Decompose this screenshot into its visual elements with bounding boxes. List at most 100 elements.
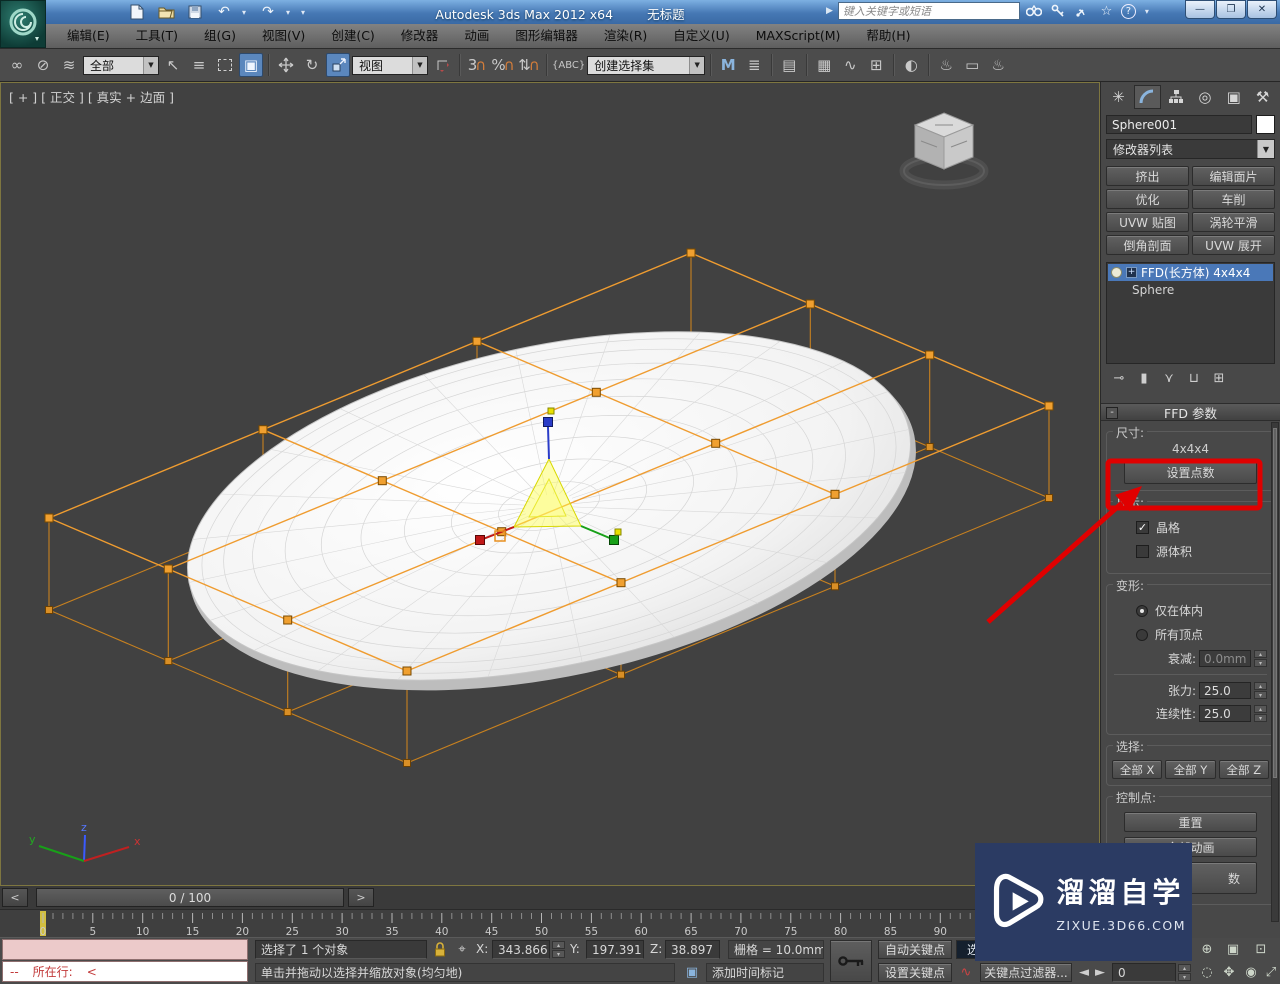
mirror-icon[interactable]: M: [716, 53, 740, 77]
set-key-button[interactable]: 设置关键点: [878, 963, 952, 982]
modifier-shortcut-button-2[interactable]: 编辑面片: [1192, 166, 1275, 186]
source-volume-checkbox[interactable]: [1136, 545, 1149, 558]
use-pivot-center-icon[interactable]: [430, 53, 454, 77]
modifier-enabled-bulb-icon[interactable]: [1111, 267, 1122, 278]
expand-modifier-icon[interactable]: +: [1126, 267, 1137, 278]
only-in-volume-radio[interactable]: [1136, 605, 1148, 617]
continuity-spinner[interactable]: ▴▾: [1254, 705, 1267, 722]
reset-button[interactable]: 重置: [1124, 812, 1257, 832]
modifier-list-dropdown[interactable]: 修改器列表 ▼: [1106, 139, 1275, 159]
window-crossing-toggle-icon[interactable]: ▣: [239, 53, 263, 77]
spinner-snap-icon[interactable]: ⇅∩: [517, 53, 541, 77]
stack-row-2[interactable]: Sphere: [1108, 281, 1273, 298]
select-all-x-button[interactable]: 全部 X: [1112, 760, 1162, 779]
x-coordinate-field[interactable]: 343.866: [492, 940, 550, 959]
current-frame-field[interactable]: 0: [1112, 963, 1176, 982]
redo-dropdown-icon[interactable]: ▾: [286, 8, 294, 17]
render-production-icon[interactable]: ♨: [986, 53, 1010, 77]
select-all-y-button[interactable]: 全部 Y: [1165, 760, 1215, 779]
graphite-ribbon-icon[interactable]: ▦: [812, 53, 836, 77]
edit-named-selection-icon[interactable]: {ABC}: [552, 53, 585, 77]
search-binoculars-icon[interactable]: [1025, 5, 1044, 17]
new-file-icon[interactable]: [126, 2, 148, 22]
subscription-key-icon[interactable]: [1049, 4, 1068, 18]
previous-key-icon[interactable]: ◄: [1076, 963, 1092, 982]
y-coordinate-field[interactable]: 197.391: [586, 940, 644, 959]
tab-utilities-icon[interactable]: ⚒: [1249, 85, 1276, 109]
close-button[interactable]: ✕: [1247, 0, 1277, 19]
object-color-swatch[interactable]: [1256, 115, 1275, 134]
help-icon[interactable]: ?: [1121, 4, 1140, 19]
tab-modify-icon[interactable]: [1134, 85, 1161, 109]
previous-frame-button[interactable]: <: [2, 888, 28, 907]
selection-filter-dropdown[interactable]: 全部 ▼: [83, 56, 159, 75]
stack-row-1[interactable]: +FFD(长方体) 4x4x4: [1108, 264, 1273, 281]
search-expand-icon[interactable]: ▶: [826, 6, 833, 16]
menu-item-5[interactable]: 创建(C): [318, 24, 387, 48]
select-all-z-button[interactable]: 全部 Z: [1219, 760, 1269, 779]
configure-modifier-sets-icon[interactable]: ⊞: [1211, 371, 1227, 386]
selection-lock-icon[interactable]: [430, 940, 450, 959]
tab-display-icon[interactable]: ▣: [1220, 85, 1247, 109]
snaps-toggle-icon[interactable]: 3∩: [465, 53, 489, 77]
angle-snap-icon[interactable]: %∩: [491, 53, 515, 77]
modifier-shortcut-button-3[interactable]: 优化: [1106, 189, 1189, 209]
time-slider[interactable]: 0 / 100: [36, 888, 344, 907]
reference-coordinate-dropdown[interactable]: 视图 ▼: [352, 56, 428, 75]
material-editor-icon[interactable]: ◐: [899, 53, 923, 77]
align-icon[interactable]: ≣: [742, 53, 766, 77]
menu-item-10[interactable]: 自定义(U): [660, 24, 742, 48]
open-file-icon[interactable]: [155, 2, 177, 22]
modifier-shortcut-button-7[interactable]: 倒角剖面: [1106, 235, 1189, 255]
layer-manager-icon[interactable]: ▤: [777, 53, 801, 77]
menu-item-6[interactable]: 修改器: [388, 24, 452, 48]
undo-icon[interactable]: ↶: [213, 2, 235, 22]
add-time-tag[interactable]: 添加时间标记: [706, 963, 824, 982]
object-name-field[interactable]: Sphere001: [1106, 115, 1252, 134]
select-and-scale-icon[interactable]: [326, 53, 350, 77]
all-vertices-radio[interactable]: [1136, 629, 1148, 641]
communication-center-icon[interactable]: [1073, 5, 1092, 18]
schematic-view-icon[interactable]: ⊞: [864, 53, 888, 77]
zoom-icon[interactable]: ⊕: [1196, 939, 1218, 959]
falloff-field[interactable]: 0.0mm: [1199, 650, 1251, 667]
isolate-cube-icon[interactable]: ▣: [682, 963, 702, 982]
select-and-link-icon[interactable]: ∞: [5, 53, 29, 77]
zoom-region-icon[interactable]: ◌: [1196, 962, 1218, 982]
curve-editor-icon[interactable]: ∿: [838, 53, 862, 77]
make-unique-icon[interactable]: ⋎: [1161, 371, 1177, 386]
select-object-icon[interactable]: ↖: [161, 53, 185, 77]
menu-item-3[interactable]: 组(G): [191, 24, 249, 48]
maxscript-macro-recorder[interactable]: [2, 939, 248, 960]
set-number-of-points-button[interactable]: 设置点数: [1124, 460, 1257, 484]
toolbar-overflow-icon[interactable]: ▾: [301, 8, 309, 17]
redo-icon[interactable]: ↷: [257, 2, 279, 22]
falloff-spinner[interactable]: ▴▾: [1254, 650, 1267, 667]
undo-dropdown-icon[interactable]: ▾: [242, 8, 250, 17]
bind-to-spacewarp-icon[interactable]: ≋: [57, 53, 81, 77]
continuity-field[interactable]: 25.0: [1199, 705, 1251, 722]
select-and-rotate-icon[interactable]: ↻: [300, 53, 324, 77]
menu-item-8[interactable]: 图形编辑器: [502, 24, 591, 48]
pin-stack-icon[interactable]: ⊸: [1111, 371, 1127, 386]
maximize-viewport-toggle-icon[interactable]: ⤢: [1260, 962, 1280, 982]
menu-item-12[interactable]: 帮助(H): [853, 24, 923, 48]
tab-create-icon[interactable]: ✳: [1105, 85, 1132, 109]
help-dropdown-icon[interactable]: ▾: [1145, 7, 1153, 16]
maxscript-mini-listener[interactable]: -- 所在行: <: [2, 961, 248, 982]
select-and-move-icon[interactable]: [274, 53, 298, 77]
menu-item-2[interactable]: 工具(T): [123, 24, 191, 48]
rollout-collapse-icon[interactable]: -: [1106, 407, 1118, 419]
named-selection-dropdown[interactable]: 创建选择集 ▼: [587, 56, 705, 75]
rectangular-selection-region-icon[interactable]: [213, 53, 237, 77]
perspective-viewport[interactable]: zyx [ + ] [ 正交 ] [ 真实 + 边面 ]: [0, 82, 1100, 886]
pan-view-icon[interactable]: ✥: [1218, 962, 1240, 982]
tension-field[interactable]: 25.0: [1199, 682, 1251, 699]
panel-scrollbar[interactable]: [1271, 422, 1279, 922]
select-by-name-icon[interactable]: ≡: [187, 53, 211, 77]
modifier-shortcut-button-4[interactable]: 车削: [1192, 189, 1275, 209]
menu-item-1[interactable]: 编辑(E): [54, 24, 123, 48]
orbit-icon[interactable]: ◉: [1240, 962, 1262, 982]
frame-spinner[interactable]: ▴▾: [1178, 964, 1191, 981]
application-menu-button[interactable]: [0, 0, 46, 48]
